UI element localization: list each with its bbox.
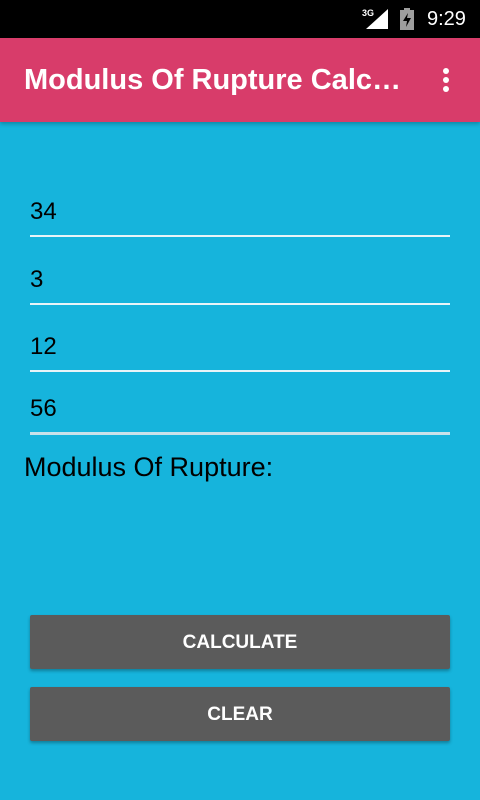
input-2[interactable] [30, 258, 450, 302]
input-3[interactable] [30, 325, 450, 369]
clock: 9:29 [427, 8, 466, 30]
input-field-2[interactable] [30, 258, 450, 306]
status-bar: 3G 9:29 [0, 0, 480, 38]
input-1-underline [30, 235, 450, 237]
input-4[interactable] [30, 387, 450, 431]
clear-button[interactable]: CLEAR [30, 687, 450, 741]
more-vert-icon[interactable] [432, 60, 460, 100]
input-3-underline [30, 370, 450, 372]
input-1[interactable] [30, 190, 450, 234]
input-field-3[interactable] [30, 325, 450, 373]
signal-icon [366, 9, 388, 29]
app-title: Modulus Of Rupture Calcul… [24, 64, 412, 96]
input-field-4[interactable] [30, 387, 450, 435]
input-2-underline [30, 303, 450, 305]
calculate-button[interactable]: CALCULATE [30, 615, 450, 669]
input-field-1[interactable] [30, 190, 450, 238]
app-bar: Modulus Of Rupture Calcul… [0, 38, 480, 122]
input-4-underline [30, 432, 450, 435]
battery-charging-icon [400, 8, 414, 30]
result-label: Modulus Of Rupture: [24, 452, 274, 482]
